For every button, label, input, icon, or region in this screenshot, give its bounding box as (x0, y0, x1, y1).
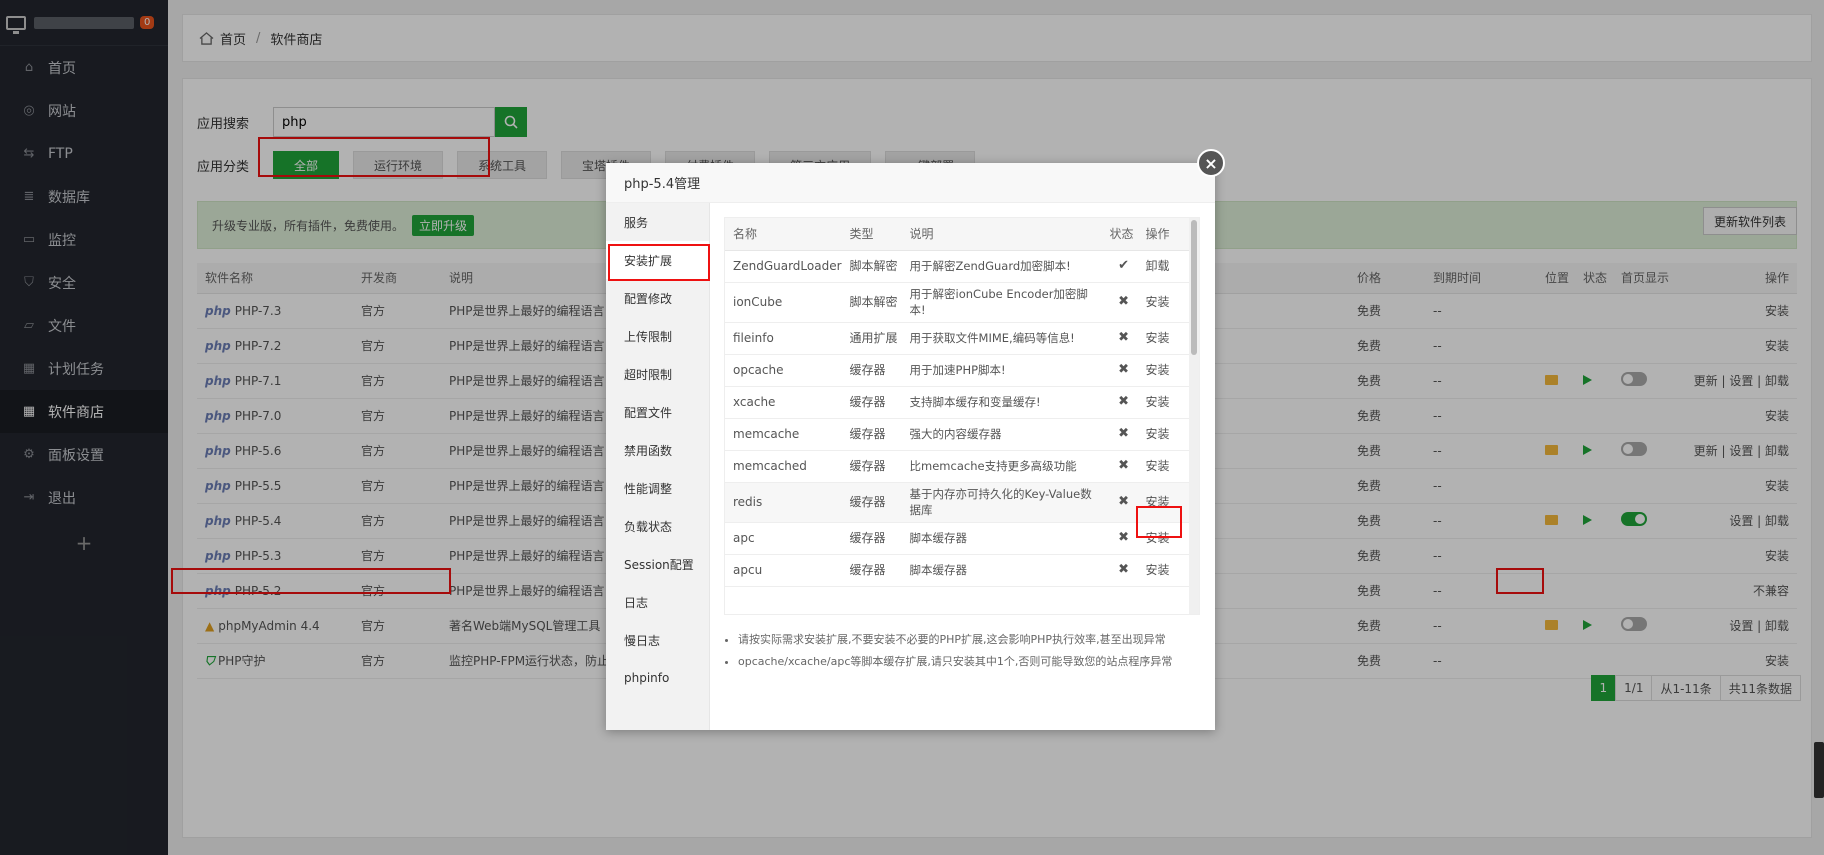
note-item: opcache/xcache/apc等脚本缓存扩展,请只安装其中1个,否则可能导… (738, 651, 1200, 673)
ext-desc: 用于获取文件MIME,编码等信息! (901, 322, 1102, 355)
ext-row: apcu 缓存器 脚本缓存器 ✖ 安装 (725, 554, 1191, 587)
cross-icon: ✖ (1101, 522, 1138, 555)
dialog-menu-item-2[interactable]: 配置修改 (606, 279, 709, 317)
ext-desc: 用于解密ionCube Encoder加密脚本! (901, 282, 1102, 323)
ext-row: fileinfo 通用扩展 用于获取文件MIME,编码等信息! ✖ 安装 (725, 322, 1191, 355)
ext-desc: 比memcache支持更多高级功能 (901, 450, 1102, 483)
dialog-title: php-5.4管理 (606, 163, 1215, 203)
cross-icon: ✖ (1101, 482, 1138, 523)
ext-type: 脚本解密 (841, 250, 902, 283)
dialog-menu-item-0[interactable]: 服务 (606, 203, 709, 241)
ext-action[interactable]: 安装 (1137, 322, 1191, 355)
close-icon[interactable]: × (1197, 149, 1225, 177)
ext-name: ionCube (725, 282, 842, 323)
ext-name: memcache (725, 418, 842, 451)
cross-icon: ✖ (1101, 354, 1138, 387)
extension-table-wrap: 名称 类型 说明 状态 操作 ZendGuardLoader 脚本解密 用于解密Ze… (724, 217, 1200, 615)
cross-icon: ✖ (1101, 322, 1138, 355)
ext-col-desc: 说明 (901, 218, 1102, 251)
ext-type: 缓存器 (841, 354, 902, 387)
ext-type: 通用扩展 (841, 322, 902, 355)
ext-type: 缓存器 (841, 554, 902, 587)
cross-icon: ✖ (1101, 554, 1138, 587)
ext-action[interactable]: 安装 (1137, 482, 1191, 523)
ext-action[interactable]: 安装 (1137, 386, 1191, 419)
ext-desc: 脚本缓存器 (901, 522, 1102, 555)
note-item: 请按实际需求安装扩展,不要安装不必要的PHP扩展,这会影响PHP执行效率,甚至出… (738, 629, 1200, 651)
ext-name: fileinfo (725, 322, 842, 355)
ext-desc: 支持脚本缓存和变量缓存! (901, 386, 1102, 419)
ext-desc: 基于内存亦可持久化的Key-Value数据库 (901, 482, 1102, 523)
ext-type: 缓存器 (841, 386, 902, 419)
ext-name: apcu (725, 554, 842, 587)
ext-action[interactable]: 安装 (1137, 282, 1191, 323)
dialog-menu-item-6[interactable]: 禁用函数 (606, 431, 709, 469)
dialog-menu-item-9[interactable]: Session配置 (606, 545, 709, 583)
ext-row: memcache 缓存器 强大的内容缓存器 ✖ 安装 (725, 418, 1191, 451)
ext-header: 名称 类型 说明 状态 操作 (725, 218, 1191, 251)
ext-type: 缓存器 (841, 418, 902, 451)
ext-name: opcache (725, 354, 842, 387)
dialog-menu-item-11[interactable]: 慢日志 (606, 621, 709, 659)
php-manage-dialog: php-5.4管理 × 服务 安装扩展 配置修改 上传限制 超时限制 配置文件 禁用函数 性能… (606, 149, 1225, 730)
ext-col-type: 类型 (841, 218, 902, 251)
dialog-menu: 服务 安装扩展 配置修改 上传限制 超时限制 配置文件 禁用函数 性能调整 负载状态 Sessio… (606, 203, 710, 730)
ext-name: ZendGuardLoader (725, 250, 842, 283)
dialog-menu-item-1[interactable]: 安装扩展 (606, 241, 709, 279)
ext-col-name: 名称 (725, 218, 842, 251)
ext-name: xcache (725, 386, 842, 419)
ext-row: apc 缓存器 脚本缓存器 ✖ 安装 (725, 522, 1191, 555)
cross-icon: ✖ (1101, 418, 1138, 451)
ext-action[interactable]: 安装 (1137, 418, 1191, 451)
ext-action[interactable]: 安装 (1137, 354, 1191, 387)
ext-name: memcached (725, 450, 842, 483)
ext-desc: 用于解密ZendGuard加密脚本! (901, 250, 1102, 283)
dialog-menu-item-12[interactable]: phpinfo (606, 659, 709, 697)
notes-list: 请按实际需求安装扩展,不要安装不必要的PHP扩展,这会影响PHP执行效率,甚至出… (724, 629, 1200, 673)
ext-type: 缓存器 (841, 522, 902, 555)
ext-type: 脚本解密 (841, 282, 902, 323)
ext-type: 缓存器 (841, 450, 902, 483)
ext-desc: 用于加速PHP脚本! (901, 354, 1102, 387)
ext-row: memcached 缓存器 比memcache支持更多高级功能 ✖ 安装 (725, 450, 1191, 483)
ext-row: xcache 缓存器 支持脚本缓存和变量缓存! ✖ 安装 (725, 386, 1191, 419)
ext-row: opcache 缓存器 用于加速PHP脚本! ✖ 安装 (725, 354, 1191, 387)
check-icon: ✔ (1101, 250, 1138, 283)
dialog-menu-item-3[interactable]: 上传限制 (606, 317, 709, 355)
ext-action[interactable]: 安装 (1137, 554, 1191, 587)
cross-icon: ✖ (1101, 386, 1138, 419)
ext-row: ZendGuardLoader 脚本解密 用于解密ZendGuard加密脚本! ✔ 卸载 (725, 250, 1191, 283)
dialog-menu-item-8[interactable]: 负载状态 (606, 507, 709, 545)
extension-scrollbar[interactable] (1189, 218, 1199, 614)
cross-icon: ✖ (1101, 450, 1138, 483)
ext-name: redis (725, 482, 842, 523)
ext-desc: 强大的内容缓存器 (901, 418, 1102, 451)
ext-action[interactable]: 安装 (1137, 522, 1191, 555)
ext-row: ionCube 脚本解密 用于解密ionCube Encoder加密脚本! ✖ 安装 (725, 282, 1191, 323)
dialog-menu-item-4[interactable]: 超时限制 (606, 355, 709, 393)
ext-col-status: 状态 (1101, 218, 1138, 251)
ext-type: 缓存器 (841, 482, 902, 523)
ext-row: redis 缓存器 基于内存亦可持久化的Key-Value数据库 ✖ 安装 (725, 482, 1191, 523)
dialog-menu-item-10[interactable]: 日志 (606, 583, 709, 621)
ext-action[interactable]: 安装 (1137, 450, 1191, 483)
cross-icon: ✖ (1101, 282, 1138, 323)
extension-table: 名称 类型 说明 状态 操作 ZendGuardLoader 脚本解密 用于解密Ze… (725, 218, 1191, 587)
ext-col-op: 操作 (1137, 218, 1191, 251)
ext-action[interactable]: 卸载 (1137, 250, 1191, 283)
dialog-body: 名称 类型 说明 状态 操作 ZendGuardLoader 脚本解密 用于解密Ze… (724, 217, 1200, 673)
ext-desc: 脚本缓存器 (901, 554, 1102, 587)
ext-name: apc (725, 522, 842, 555)
dialog-menu-item-5[interactable]: 配置文件 (606, 393, 709, 431)
dialog-menu-item-7[interactable]: 性能调整 (606, 469, 709, 507)
